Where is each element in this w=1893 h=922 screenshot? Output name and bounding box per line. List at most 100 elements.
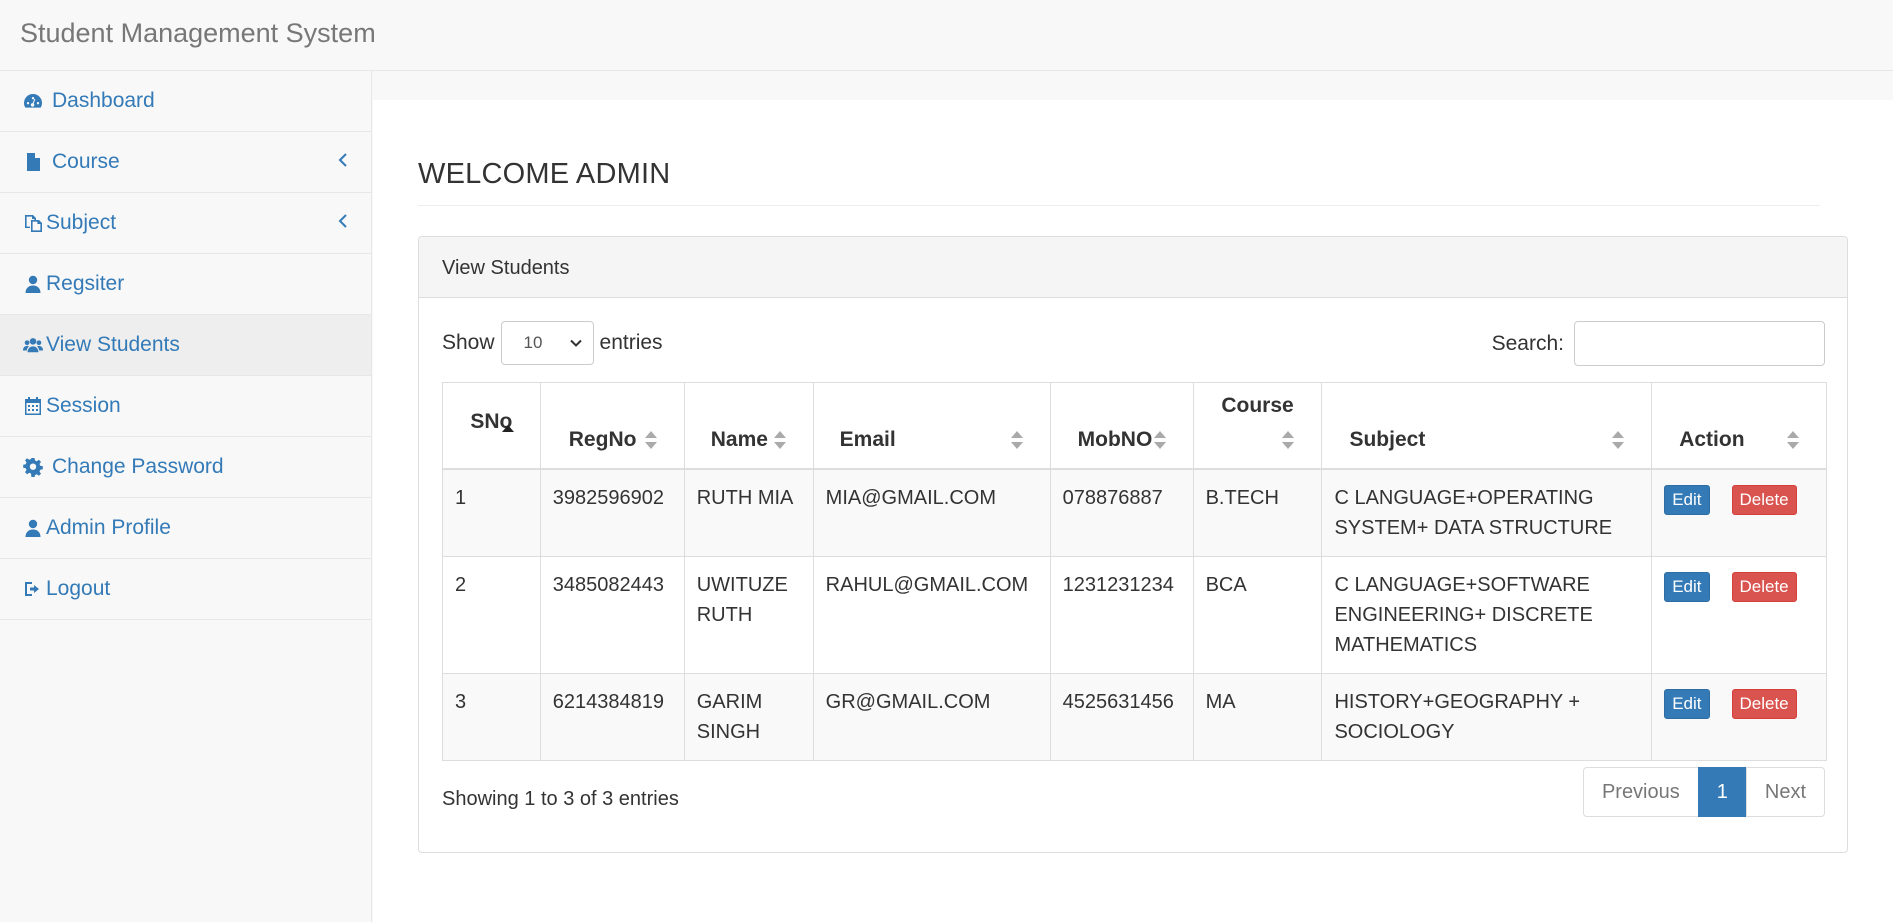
delete-button[interactable]: Delete xyxy=(1731,484,1797,515)
entries-label: entries xyxy=(599,331,663,354)
sidebar-item-register[interactable]: Regsiter xyxy=(0,254,371,315)
sort-icon xyxy=(644,430,658,450)
file-icon xyxy=(22,151,44,173)
sidebar-item-dashboard[interactable]: Dashboard xyxy=(0,71,371,132)
cell-sno: 1 xyxy=(442,468,541,557)
column-header-name[interactable]: Name xyxy=(683,382,814,470)
column-header-email[interactable]: Email xyxy=(812,382,1051,470)
cell-email: GR@GMAIL.COM xyxy=(812,672,1051,761)
page-header: WELCOME ADMIN xyxy=(418,158,1820,206)
users-icon xyxy=(22,334,44,356)
cell-regno: 3485082443 xyxy=(539,555,685,674)
column-header-mobno[interactable]: MobNO xyxy=(1049,382,1194,470)
column-header-sno[interactable]: SNo xyxy=(442,382,541,470)
top-navbar: Student Management System xyxy=(0,0,1893,71)
sign-out-icon xyxy=(22,578,44,600)
delete-button[interactable]: Delete xyxy=(1731,571,1797,602)
sidebar-item-view-students[interactable]: View Students xyxy=(0,315,371,376)
cell-course: B.TECH xyxy=(1192,468,1323,557)
cell-name: GARIM SINGH xyxy=(683,672,814,761)
sidebar-item-label: View Students xyxy=(46,333,180,356)
page-title: WELCOME ADMIN xyxy=(418,158,671,190)
dashboard-icon xyxy=(22,90,44,112)
delete-button[interactable]: Delete xyxy=(1731,688,1797,719)
sidebar: Dashboard Course Subject Regsiter View S… xyxy=(0,71,372,922)
edit-button[interactable]: Edit xyxy=(1664,688,1710,719)
table-row: 2 3485082443 UWITUZE RUTH RAHUL@GMAIL.CO… xyxy=(442,555,1827,674)
table-info: Showing 1 to 3 of 3 entries xyxy=(442,788,679,810)
sidebar-item-admin-profile[interactable]: Admin Profile xyxy=(0,498,371,559)
chevron-left-icon xyxy=(337,150,349,173)
sidebar-item-session[interactable]: Session xyxy=(0,376,371,437)
entries-select-value: 10 xyxy=(523,333,543,352)
cell-sno: 2 xyxy=(442,555,541,674)
cell-action: Edit Delete xyxy=(1651,468,1827,557)
sidebar-item-label: Logout xyxy=(46,577,111,600)
pagination: Previous 1 Next xyxy=(1582,767,1825,817)
cell-regno: 6214384819 xyxy=(539,672,685,761)
sidebar-item-label: Dashboard xyxy=(52,89,155,112)
sort-icon xyxy=(1611,430,1625,450)
sidebar-item-subject[interactable]: Subject xyxy=(0,193,371,254)
column-header-action[interactable]: Action xyxy=(1651,382,1827,470)
cell-mob: 4525631456 xyxy=(1049,672,1194,761)
cell-mob: 1231231234 xyxy=(1049,555,1194,674)
table-header-row: SNo RegNo Name Email MobNO Course Subjec… xyxy=(442,382,1827,470)
cell-mob: 078876887 xyxy=(1049,468,1194,557)
show-label: Show xyxy=(442,331,495,354)
students-panel: View Students Show 10 entries Search: SN… xyxy=(418,236,1848,853)
column-header-subject[interactable]: Subject xyxy=(1321,382,1653,470)
sort-icon xyxy=(1010,430,1024,450)
edit-button[interactable]: Edit xyxy=(1664,484,1710,515)
sidebar-item-label: Subject xyxy=(46,211,117,234)
table-row: 1 3982596902 RUTH MIA MIA@GMAIL.COM 0788… xyxy=(442,468,1827,557)
sidebar-item-label: Session xyxy=(46,394,121,417)
search-label: Search: xyxy=(1491,331,1564,355)
edit-button[interactable]: Edit xyxy=(1664,571,1710,602)
cell-action: Edit Delete xyxy=(1651,555,1827,674)
previous-button[interactable]: Previous xyxy=(1582,767,1699,817)
sidebar-item-label: Admin Profile xyxy=(46,516,171,539)
column-header-regno[interactable]: RegNo xyxy=(539,382,685,470)
cell-subject: C LANGUAGE+SOFTWARE ENGINEERING+ DISCRET… xyxy=(1321,555,1653,674)
page-1-button[interactable]: 1 xyxy=(1697,767,1747,817)
chevron-down-icon xyxy=(569,335,583,355)
cell-email: MIA@GMAIL.COM xyxy=(812,468,1051,557)
gear-icon xyxy=(22,456,44,478)
user-icon xyxy=(22,517,44,539)
cell-action: Edit Delete xyxy=(1651,672,1827,761)
cell-subject: HISTORY+GEOGRAPHY + SOCIOLOGY xyxy=(1321,672,1653,761)
main-content: WELCOME ADMIN View Students Show 10 entr… xyxy=(373,100,1893,922)
sidebar-item-course[interactable]: Course xyxy=(0,132,371,193)
cell-name: RUTH MIA xyxy=(683,468,814,557)
sort-icon xyxy=(1153,430,1167,450)
cell-name: UWITUZE RUTH xyxy=(683,555,814,674)
entries-length-control: Show 10 entries xyxy=(442,321,663,365)
cell-course: MA xyxy=(1192,672,1323,761)
sort-icon xyxy=(1281,430,1295,450)
sort-icon xyxy=(1786,430,1800,450)
sidebar-item-label: Regsiter xyxy=(46,272,125,295)
sort-icon xyxy=(773,430,787,450)
copy-icon xyxy=(22,212,44,234)
search-control: Search: xyxy=(1492,321,1825,366)
sort-asc-icon xyxy=(501,416,515,440)
sidebar-item-label: Change Password xyxy=(52,455,224,478)
sidebar-item-logout[interactable]: Logout xyxy=(0,559,371,620)
column-header-course[interactable]: Course xyxy=(1192,382,1323,470)
students-table: SNo RegNo Name Email MobNO Course Subjec… xyxy=(442,382,1827,761)
table-row: 3 6214384819 GARIM SINGH GR@GMAIL.COM 45… xyxy=(442,672,1827,761)
sidebar-item-change-password[interactable]: Change Password xyxy=(0,437,371,498)
sidebar-item-label: Course xyxy=(52,150,120,173)
entries-select[interactable]: 10 xyxy=(500,321,594,365)
calendar-icon xyxy=(22,395,44,417)
user-icon xyxy=(22,273,44,295)
search-input[interactable] xyxy=(1574,321,1825,366)
chevron-left-icon xyxy=(337,211,349,234)
cell-regno: 3982596902 xyxy=(539,468,685,557)
cell-sno: 3 xyxy=(442,672,541,761)
next-button[interactable]: Next xyxy=(1745,767,1825,817)
cell-subject: C LANGUAGE+OPERATING SYSTEM+ DATA STRUCT… xyxy=(1321,468,1653,557)
app-title[interactable]: Student Management System xyxy=(20,18,376,49)
cell-email: RAHUL@GMAIL.COM xyxy=(812,555,1051,674)
